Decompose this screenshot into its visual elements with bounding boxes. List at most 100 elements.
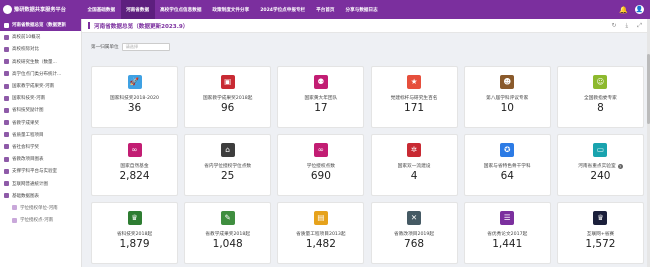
- stat-card[interactable]: ★ 党建标杆与研究生百名 171: [370, 66, 458, 128]
- stat-card[interactable]: ▤ 省质量工程项目2013起 1,482: [277, 202, 365, 264]
- sidebar-item-4[interactable]: 高学位点门类分布统计...: [0, 68, 81, 80]
- nav-tab-4[interactable]: 2024学位点申报专栏: [255, 0, 311, 19]
- nav-tab-6[interactable]: 分享与数据日志: [340, 0, 383, 19]
- bell-icon[interactable]: 🔔: [619, 6, 628, 14]
- document-icon: ☰: [500, 211, 515, 225]
- user-avatar-icon[interactable]: 👤: [635, 5, 644, 14]
- menu-item-icon: [4, 59, 9, 65]
- stat-label: 省质量工程项目2013起: [296, 232, 346, 237]
- stat-card[interactable]: ⚉ 国家黄大年团队 17: [277, 66, 365, 128]
- stat-label: 互联网+省赛: [586, 232, 615, 237]
- stat-card[interactable]: ▣ 国家教学成果奖2018起 96: [184, 66, 272, 128]
- menu-item-icon: [4, 181, 9, 187]
- stat-label-row: 学位授权点数: [307, 163, 335, 169]
- stat-card[interactable]: ✪ 国家与省特色骨干学科 64: [463, 134, 551, 196]
- stat-card[interactable]: ☺ 全国教指委专家 8: [556, 66, 644, 128]
- sidebar-item-9[interactable]: 省质量工程项目: [0, 129, 81, 141]
- fullscreen-icon[interactable]: ⤢: [637, 22, 642, 30]
- stat-label-row: 河南省重点实验室?: [578, 163, 623, 169]
- stat-card[interactable]: ∞ 学位授权点数 690: [277, 134, 365, 196]
- sidebar-item-6[interactable]: 国家科技奖-河南: [0, 92, 81, 104]
- stat-value: 8: [597, 102, 604, 114]
- stat-value: 25: [221, 170, 235, 182]
- stat-value: 690: [310, 170, 331, 182]
- menu-item-icon: [4, 193, 9, 199]
- sidebar-item-14[interactable]: 基础数据图表: [0, 190, 81, 202]
- stat-card[interactable]: ∞ 国家自然基金 2,824: [91, 134, 178, 196]
- app-title: 豫研数据共享服务平台: [14, 7, 66, 13]
- sidebar-item-label: 基础数据图表: [12, 193, 39, 199]
- menu-item-icon: [4, 132, 9, 138]
- stat-label: 国家双一流建设: [397, 164, 431, 169]
- team-icon: ⚉: [313, 75, 328, 89]
- download-icon[interactable]: ⤓: [626, 22, 629, 30]
- sidebar: 河南省数据总览（数据更新 高校前10概况 高校校际对比 高校研究生数（数量... 高学位…: [0, 19, 82, 267]
- sidebar-item-label: 学位授权点-河南: [20, 218, 54, 224]
- nav-tab-0[interactable]: 全国基础数据: [82, 0, 121, 19]
- stat-label-row: 省科技奖2018起: [117, 231, 152, 237]
- stat-card[interactable]: 🚀 国家科技奖2018-2020 36: [91, 66, 178, 128]
- stat-value: 4: [410, 170, 418, 182]
- sidebar-item-7[interactable]: 省科技奖励计图: [0, 104, 81, 116]
- unit-select[interactable]: 请选择: [121, 43, 170, 51]
- help-icon[interactable]: ?: [617, 163, 623, 169]
- experts-icon: ☻: [500, 75, 515, 89]
- sidebar-item-12[interactable]: 支撑学科平台与实验室: [0, 165, 81, 177]
- main-content: 河南省数据总览（数据更新2023.9） ↻ ⤓ ⤢ 第一归属单位 请选择 🚀 国家…: [82, 19, 650, 267]
- sidebar-item-label: 高学位点门类分布统计...: [12, 71, 62, 77]
- stat-label: 学位授权点数: [306, 164, 335, 169]
- stat-card[interactable]: ✎ 省教学成果奖2018起 1,048: [184, 202, 272, 264]
- page-header: 河南省数据总览（数据更新2023.9） ↻ ⤓ ⤢: [82, 19, 650, 33]
- menu-item-icon: [4, 156, 9, 162]
- stat-card[interactable]: ✕ 省教改项目2019起 768: [370, 202, 458, 264]
- sidebar-item-1[interactable]: 高校前10概况: [0, 31, 81, 43]
- stat-card[interactable]: ⌂ 省内学位授权学位点数 25: [184, 134, 272, 196]
- stat-card[interactable]: ✲ 国家双一流建设 4: [370, 134, 458, 196]
- nav-tab-5[interactable]: 平台首页: [311, 0, 340, 19]
- top-icons: 🔔 👤: [619, 5, 650, 14]
- stat-label-row: 国家自然基金: [120, 163, 148, 169]
- trophy-icon: ♛: [593, 211, 608, 225]
- title-accent-bar: [88, 22, 90, 29]
- menu-item-icon: [4, 46, 9, 52]
- stat-label-row: 国家科技奖2018-2020: [110, 95, 159, 101]
- sidebar-item-16[interactable]: 学位授权点-河南: [0, 214, 81, 226]
- stat-value: 10: [500, 102, 514, 114]
- stat-label: 第八届学科评议专家: [486, 96, 529, 101]
- sidebar-item-5[interactable]: 国家教学成果奖-河南: [0, 80, 81, 92]
- app-brand[interactable]: 豫研数据共享服务平台: [0, 5, 82, 14]
- menu-item-icon: [4, 144, 9, 150]
- sidebar-item-label: 学位授权单位-河南: [20, 205, 58, 211]
- stat-label: 河南省重点实验室: [578, 164, 616, 169]
- nav-tab-2[interactable]: 高校学位点信息数据: [155, 0, 207, 19]
- refresh-icon[interactable]: ↻: [612, 22, 617, 30]
- stat-card[interactable]: ☻ 第八届学科评议专家 10: [463, 66, 551, 128]
- stat-card[interactable]: ▭ 河南省重点实验室? 240: [556, 134, 644, 196]
- menu-item-icon: [12, 217, 17, 223]
- sidebar-item-8[interactable]: 省教学成果奖: [0, 117, 81, 129]
- stat-value: 2,824: [119, 170, 150, 182]
- stat-label: 省科技奖2018起: [116, 232, 153, 237]
- award-icon: ★: [407, 75, 422, 89]
- sidebar-item-0[interactable]: 河南省数据总览（数据更新: [0, 19, 81, 32]
- link-icon: ∞: [127, 143, 142, 157]
- stat-label-row: 国家与省特色骨干学科: [484, 163, 531, 169]
- sidebar-item-label: 互联网普通统计图: [12, 181, 48, 187]
- stat-label-row: 国家双一流建设: [398, 163, 431, 169]
- top-navigation-bar: 豫研数据共享服务平台 全国基础数据 河南省数据 高校学位点信息数据 政策制度文件分享 2…: [0, 0, 650, 19]
- sidebar-item-10[interactable]: 省社会科学奖: [0, 141, 81, 153]
- stat-card[interactable]: ☰ 省优秀论文2017起 1,441: [463, 202, 551, 264]
- rocket-icon: 🚀: [127, 75, 142, 89]
- stat-card[interactable]: ♛ 互联网+省赛 1,572: [556, 202, 644, 264]
- nav-tab-1[interactable]: 河南省数据: [120, 0, 155, 19]
- stat-label-row: 省教学成果奖2018起: [205, 231, 250, 237]
- stat-card[interactable]: ♛ 省科技奖2018起 1,879: [91, 202, 178, 264]
- sidebar-item-15[interactable]: 学位授权单位-河南: [0, 202, 81, 214]
- nav-tab-3[interactable]: 政策制度文件分享: [207, 0, 255, 19]
- sidebar-item-3[interactable]: 高校研究生数（数量...: [0, 56, 81, 68]
- sidebar-item-13[interactable]: 互联网普通统计图: [0, 177, 81, 189]
- sidebar-item-2[interactable]: 高校校际对比: [0, 43, 81, 55]
- sidebar-item-11[interactable]: 省教改项目图表: [0, 153, 81, 165]
- stat-label: 省内学位授权学位点数: [204, 164, 252, 169]
- stat-value: 1,482: [305, 238, 336, 250]
